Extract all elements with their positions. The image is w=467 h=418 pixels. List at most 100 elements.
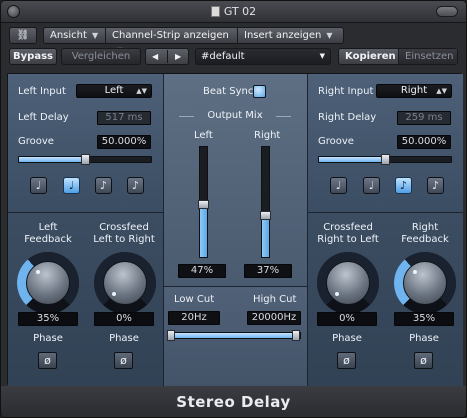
crossfeed-rl-knob[interactable] [317, 252, 379, 314]
output-left-field[interactable]: 47% [178, 264, 226, 278]
channel-strip-label: Channel-Strip anzeigen [112, 30, 229, 41]
high-cut-field[interactable]: 20000Hz [247, 311, 301, 325]
divider [163, 74, 164, 386]
window-title-text: GT 02 [223, 5, 257, 18]
right-groove-field[interactable]: 50.000% [397, 135, 451, 149]
view-menu[interactable]: Ansicht ▼ [44, 28, 106, 43]
left-groove-thumb[interactable] [81, 154, 90, 165]
fader-fill [200, 205, 207, 257]
fader-fill [262, 216, 269, 257]
right-feedback-field[interactable]: 35% [394, 312, 454, 326]
previous-preset-button[interactable]: ◀ [152, 49, 158, 64]
left-delay-field[interactable]: 517 ms [97, 111, 151, 125]
compare-button[interactable]: Vergleichen [61, 48, 141, 65]
plugin-window: GT 02 ⛓ Ansicht▼ Channel-Strip anzeigen▼… [0, 0, 467, 418]
left-phase-invert-button[interactable]: ø [38, 352, 57, 369]
view-menu-label: Ansicht [50, 30, 87, 41]
crossfeed-rl-phase-label: Phase [332, 333, 362, 344]
right-phase-invert-button[interactable]: ø [414, 352, 433, 369]
fader-thumb[interactable] [260, 211, 271, 221]
high-cut-thumb[interactable] [292, 330, 300, 341]
crossfeed-lr-phase-invert-button[interactable]: ø [114, 352, 133, 369]
channel-strip-menu[interactable]: Channel-Strip anzeigen▼ [106, 28, 238, 55]
beat-sync-label: Beat Sync [203, 86, 254, 97]
crossfeed-rl-label-2: Right to Left [317, 234, 379, 245]
right-feedback-knob[interactable] [394, 252, 456, 314]
chevron-down-icon: ▼ [319, 52, 325, 60]
compare-label: Vergleichen [71, 51, 131, 62]
left-feedback-knob[interactable] [17, 252, 79, 314]
copy-button[interactable]: Kopieren [339, 49, 399, 64]
low-cut-field[interactable]: 20Hz [168, 311, 220, 325]
right-phase-label: Phase [409, 333, 439, 344]
right-note-dotted-quarter-button[interactable]: ♩ [363, 177, 380, 194]
crossfeed-lr-field[interactable]: 0% [94, 312, 154, 326]
paste-label: Einsetzen [405, 51, 454, 62]
left-note-dotted-eighth-button[interactable]: ♪ [127, 177, 144, 194]
beat-sync-toggle[interactable] [253, 85, 266, 98]
left-groove-slider[interactable] [18, 154, 152, 165]
left-input-select[interactable]: Left ▲▼ [76, 84, 152, 98]
chevron-down-icon: ▼ [91, 31, 99, 40]
left-note-quarter-button[interactable]: ♩ [30, 177, 47, 194]
right-note-quarter-button[interactable]: ♩ [330, 177, 347, 194]
output-right-label: Right [254, 130, 281, 141]
bypass-button[interactable]: Bypass [9, 48, 57, 65]
right-note-dotted-eighth-button[interactable]: ♪ [427, 177, 444, 194]
left-feedback-field[interactable]: 35% [18, 312, 78, 326]
right-note-eighth-button[interactable]: ♪ [395, 177, 412, 194]
left-groove-fill [19, 157, 85, 162]
crossfeed-lr-phase-label: Phase [109, 333, 139, 344]
preset-value: #default [201, 51, 245, 62]
left-feedback-label-2: Feedback [24, 234, 72, 245]
paste-button[interactable]: Einsetzen [399, 49, 457, 64]
link-button[interactable]: ⛓ [9, 27, 37, 44]
left-groove-field[interactable]: 50.000% [97, 135, 151, 149]
left-groove-label: Groove [18, 136, 54, 147]
knob-cap [403, 261, 447, 305]
right-feedback-label-2: Feedback [401, 234, 449, 245]
insert-menu-label: Insert anzeigen [244, 30, 322, 41]
copy-paste-group: Kopieren Einsetzen [338, 48, 458, 65]
left-feedback-label-1: Left [38, 222, 58, 233]
low-cut-thumb[interactable] [167, 330, 175, 341]
left-input-value: Left [104, 85, 124, 96]
fader-thumb[interactable] [198, 200, 209, 210]
insert-menu[interactable]: Insert anzeigen ▼ [238, 28, 343, 43]
right-groove-thumb[interactable] [381, 154, 390, 165]
link-icon: ⛓ [16, 30, 30, 41]
output-left-fader[interactable] [198, 146, 209, 258]
right-input-value: Right [400, 85, 428, 96]
preset-selector[interactable]: #default ▼ [195, 48, 331, 65]
crossfeed-lr-label-1: Crossfeed [99, 222, 149, 233]
copy-label: Kopieren [345, 51, 396, 62]
left-note-dotted-quarter-button[interactable]: ♩ [63, 177, 80, 194]
output-left-label: Left [194, 130, 213, 141]
toolbar-toggle-button[interactable] [436, 6, 458, 17]
window-title: GT 02 [1, 5, 466, 18]
divider [163, 286, 307, 287]
crossfeed-rl-phase-invert-button[interactable]: ø [337, 352, 356, 369]
divider [307, 212, 463, 213]
output-right-fader[interactable] [260, 146, 271, 258]
right-groove-slider[interactable] [318, 154, 452, 165]
output-right-field[interactable]: 37% [244, 264, 292, 278]
next-preset-button[interactable]: ▶ [175, 49, 181, 64]
cut-range-slider[interactable] [167, 330, 301, 341]
view-menu-bar: Ansicht▼ Channel-Strip anzeigen▼ Insert … [43, 27, 344, 55]
low-cut-label: Low Cut [174, 294, 215, 305]
chevron-updown-icon: ▲▼ [136, 87, 147, 95]
left-phase-label: Phase [33, 333, 63, 344]
cut-range-fill [172, 333, 297, 338]
crossfeed-rl-field[interactable]: 0% [317, 312, 377, 326]
right-input-label: Right Input [318, 86, 374, 97]
chevron-down-icon: ▼ [326, 31, 333, 40]
left-note-eighth-button[interactable]: ♪ [95, 177, 112, 194]
left-delay-label: Left Delay [18, 112, 69, 123]
right-groove-fill [319, 157, 385, 162]
crossfeed-lr-knob[interactable] [94, 252, 156, 314]
knob-cap [326, 261, 370, 305]
preset-nav: ◀ ▶ [145, 48, 189, 65]
right-delay-field[interactable]: 259 ms [397, 111, 451, 125]
right-input-select[interactable]: Right ▲▼ [376, 84, 452, 98]
